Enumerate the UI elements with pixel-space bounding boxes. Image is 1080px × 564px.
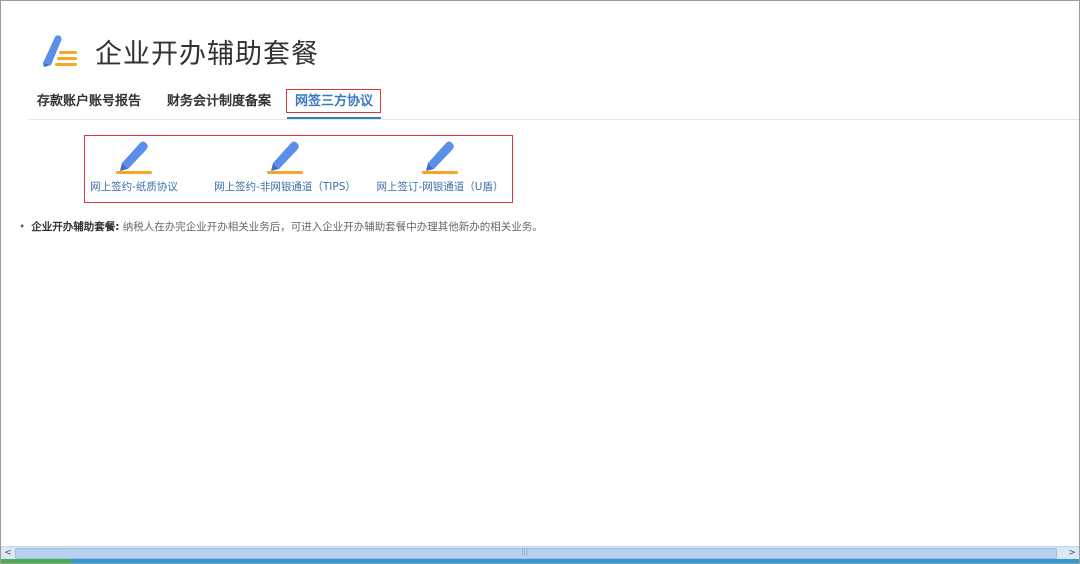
scroll-right-arrow-icon[interactable]: > xyxy=(1065,547,1079,559)
card-label: 网上签订-网银通道（U盾） xyxy=(376,181,504,193)
page-title: 企业开办辅助套餐 xyxy=(95,38,319,70)
tab-tripartite-agreement[interactable]: 网签三方协议 xyxy=(287,87,381,119)
note-title: 企业开办辅助套餐: xyxy=(31,221,120,233)
card-paper-agreement[interactable]: 网上签约-纸质协议 xyxy=(87,137,181,194)
card-ukey-channel[interactable]: 网上签订-网银通道（U盾） xyxy=(373,137,507,194)
app-window: 企业开办辅助套餐 存款账户账号报告 财务会计制度备案 网签三方协议 网上签约-纸… xyxy=(0,0,1080,564)
scrollbar-thumb[interactable] xyxy=(15,548,1057,559)
package-list-icon xyxy=(39,33,81,69)
scrollbar-grip-icon: ||| xyxy=(521,548,529,556)
pen-sign-icon xyxy=(265,137,305,175)
horizontal-scrollbar[interactable]: < ||| > xyxy=(1,546,1079,559)
pen-sign-icon xyxy=(420,137,460,175)
card-tips-channel[interactable]: 网上签约-非网银通道（TIPS） xyxy=(213,137,357,194)
bottom-status-strip-green xyxy=(1,559,71,563)
scroll-left-arrow-icon[interactable]: < xyxy=(1,547,15,559)
card-label: 网上签约-非网银通道（TIPS） xyxy=(214,181,356,193)
info-note: • 企业开办辅助套餐: 纳税人在办完企业开办相关业务后，可进入企业开办辅助套餐中办… xyxy=(19,219,543,234)
bottom-status-strip xyxy=(1,559,1079,563)
card-label: 网上签约-纸质协议 xyxy=(90,181,178,193)
tab-accounting-system-filing[interactable]: 财务会计制度备案 xyxy=(167,87,271,117)
pen-sign-icon xyxy=(114,137,154,175)
page-header: 企业开办辅助套餐 xyxy=(39,31,319,71)
note-text: 纳税人在办完企业开办相关业务后，可进入企业开办辅助套餐中办理其他新办的相关业务。 xyxy=(119,221,543,233)
tab-deposit-account-report[interactable]: 存款账户账号报告 xyxy=(37,87,141,117)
note-bullet: • xyxy=(19,221,26,233)
tab-bar: 存款账户账号报告 财务会计制度备案 网签三方协议 xyxy=(29,87,1079,120)
